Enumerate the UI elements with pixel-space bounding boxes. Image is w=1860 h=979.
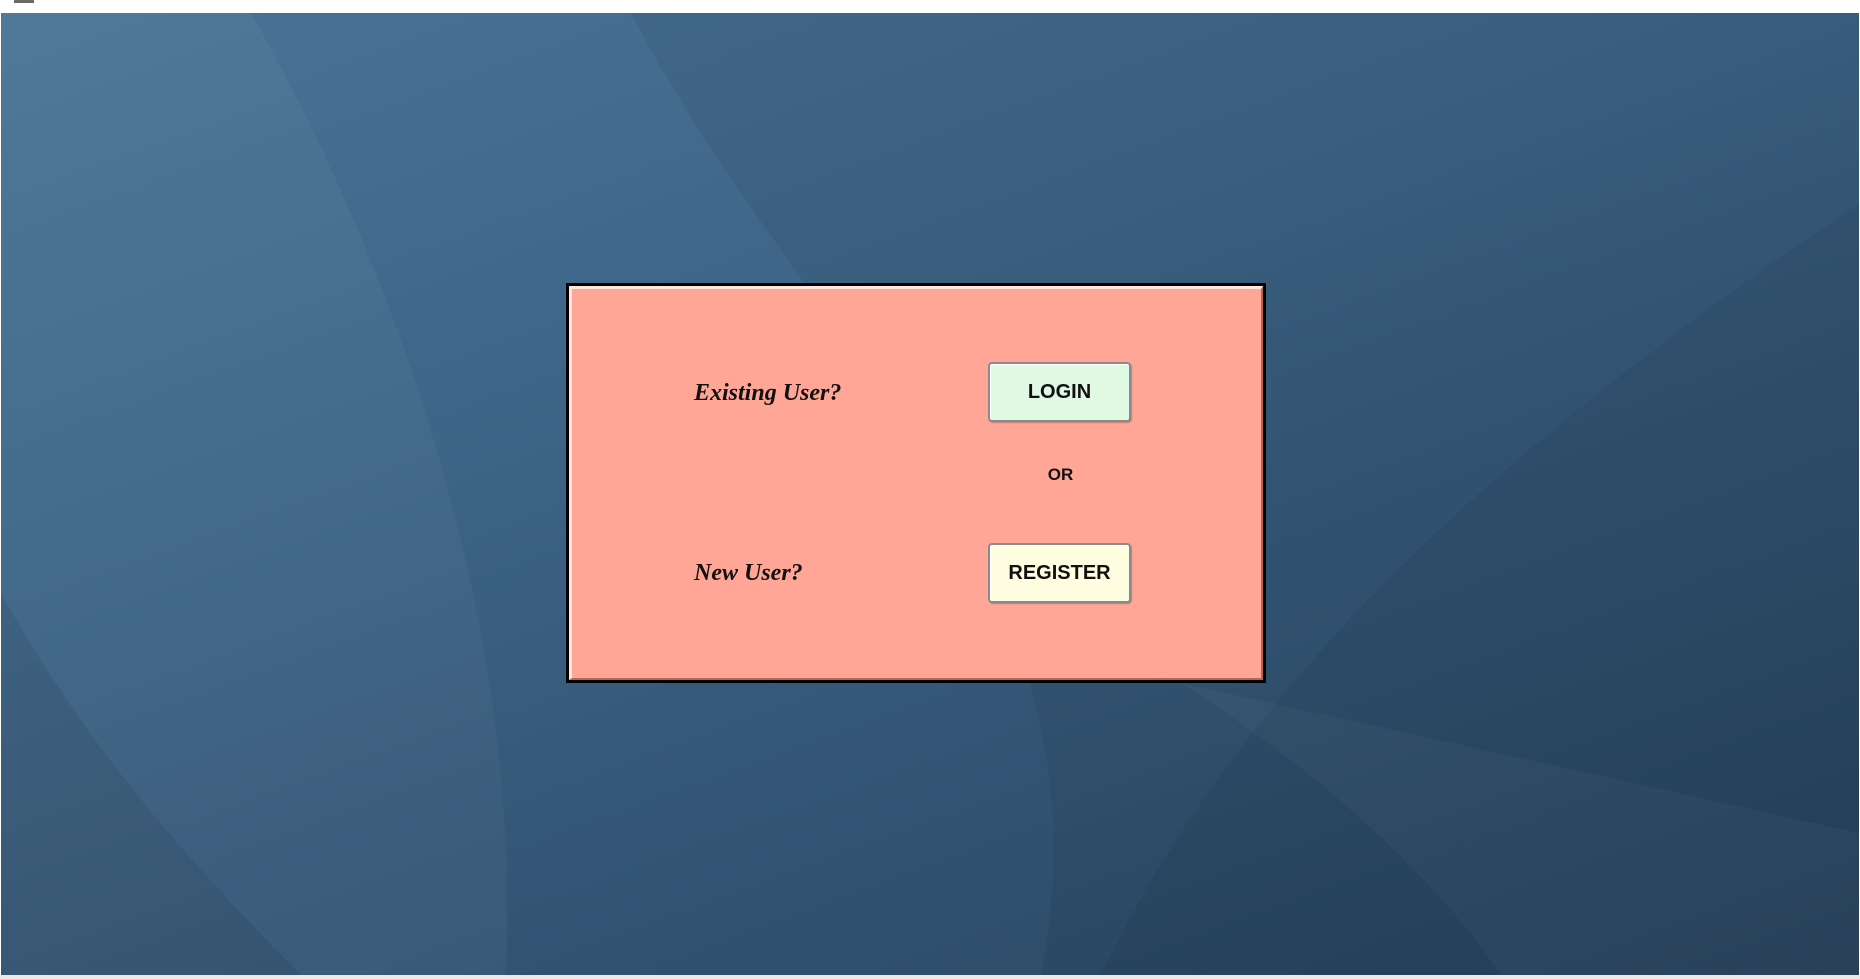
window-menu-icon[interactable] <box>14 0 34 3</box>
window-titlebar <box>0 0 1860 13</box>
or-separator-label: OR <box>1047 465 1074 484</box>
existing-user-label: Existing User? <box>694 380 842 406</box>
login-button[interactable]: LOGIN <box>988 362 1131 422</box>
register-button[interactable]: REGISTER <box>988 543 1131 603</box>
welcome-dialog: Existing User? LOGIN OR New User? REGIST… <box>566 283 1266 683</box>
taskbar-edge <box>0 975 1860 979</box>
new-user-label: New User? <box>694 560 803 586</box>
welcome-dialog-panel: Existing User? LOGIN OR New User? REGIST… <box>569 286 1263 680</box>
